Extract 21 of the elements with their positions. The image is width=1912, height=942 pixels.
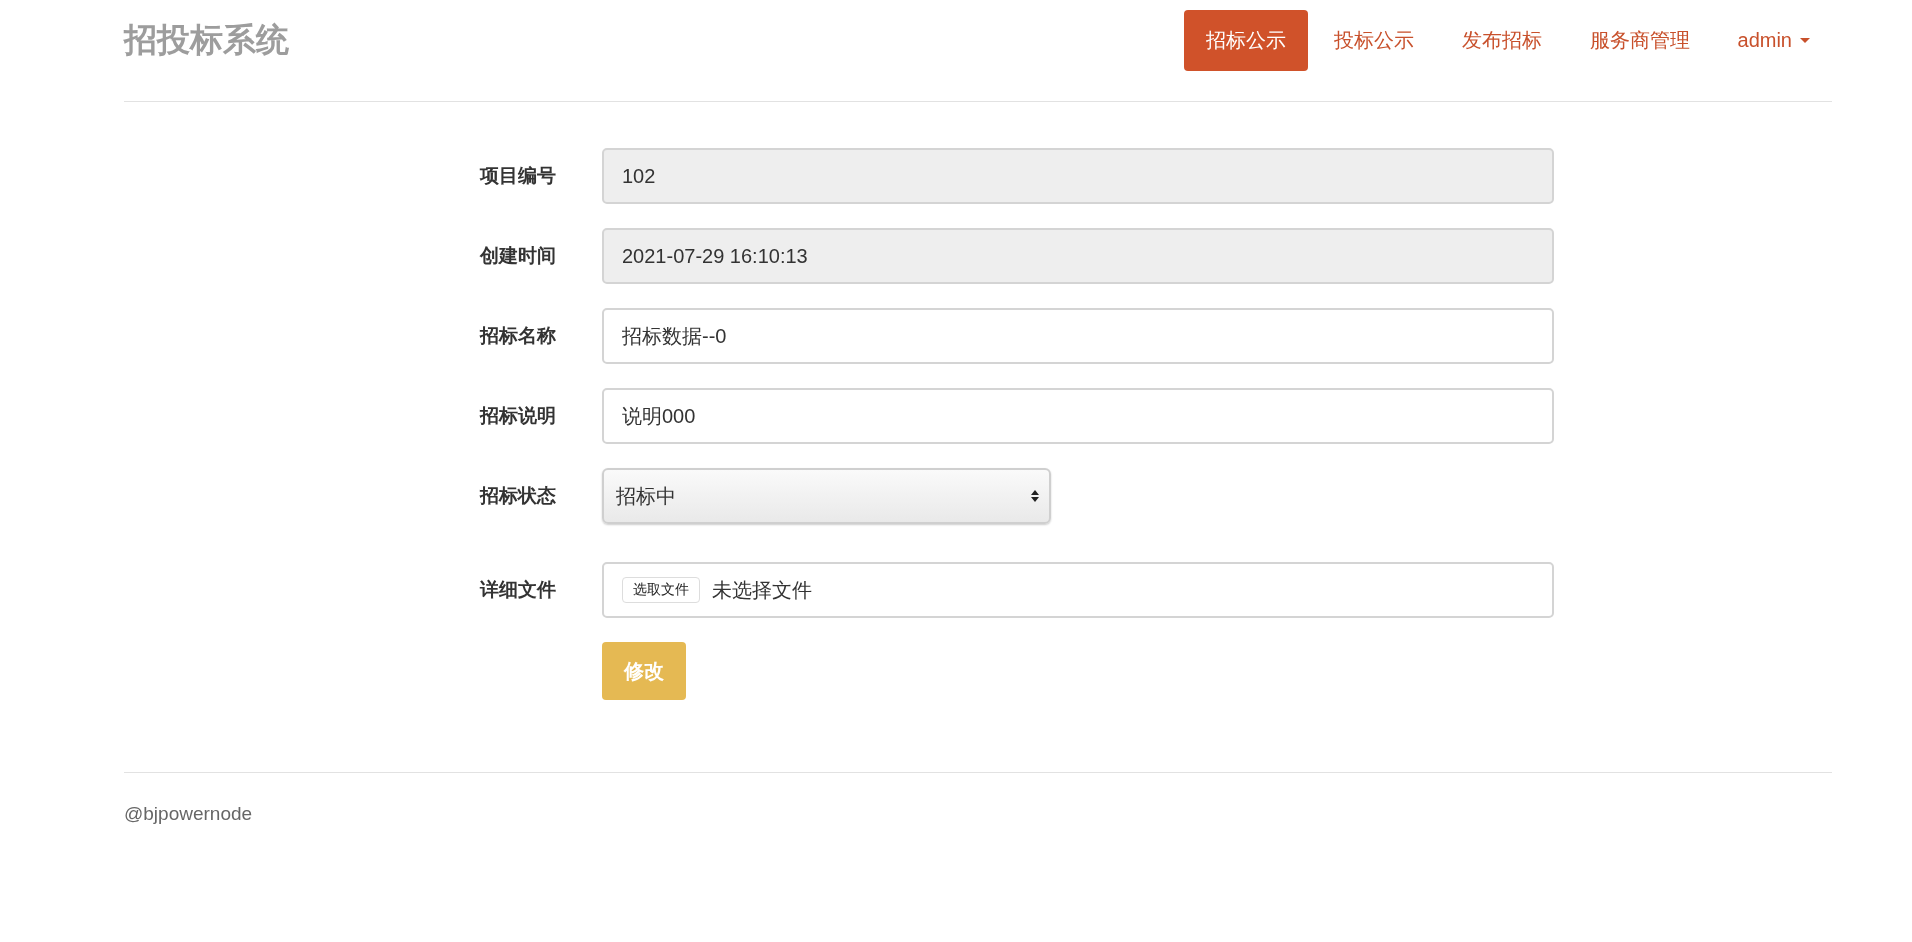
- field-label: 创建时间: [478, 244, 556, 268]
- select-field[interactable]: 招标中: [602, 468, 1051, 524]
- choose-file-button[interactable]: 选取文件: [622, 577, 700, 603]
- footer-text: @bjpowernode: [124, 803, 253, 824]
- field-label: 详细文件: [478, 578, 556, 602]
- field-label: 招标名称: [478, 324, 556, 348]
- select-value: 招标中: [616, 483, 676, 509]
- caret-icon: [1800, 37, 1810, 44]
- nav-link[interactable]: 招标公示: [1183, 10, 1308, 71]
- field-label: 招标状态: [478, 484, 556, 508]
- field-label: 招标说明: [478, 404, 556, 428]
- updown-icon: [1031, 489, 1039, 503]
- site-title: 招投标系统: [124, 20, 289, 60]
- nav-link[interactable]: 服务商管理: [1567, 10, 1712, 71]
- field-label: 项目编号: [478, 164, 556, 188]
- nav-link[interactable]: 发布招标: [1439, 10, 1564, 71]
- nav-link[interactable]: 投标公示: [1311, 10, 1436, 71]
- input-field[interactable]: 说明000: [602, 388, 1554, 444]
- file-status: 未选择文件: [712, 577, 812, 603]
- nav-link[interactable]: admin: [1715, 12, 1832, 69]
- input-field[interactable]: 招标数据--0: [602, 308, 1554, 364]
